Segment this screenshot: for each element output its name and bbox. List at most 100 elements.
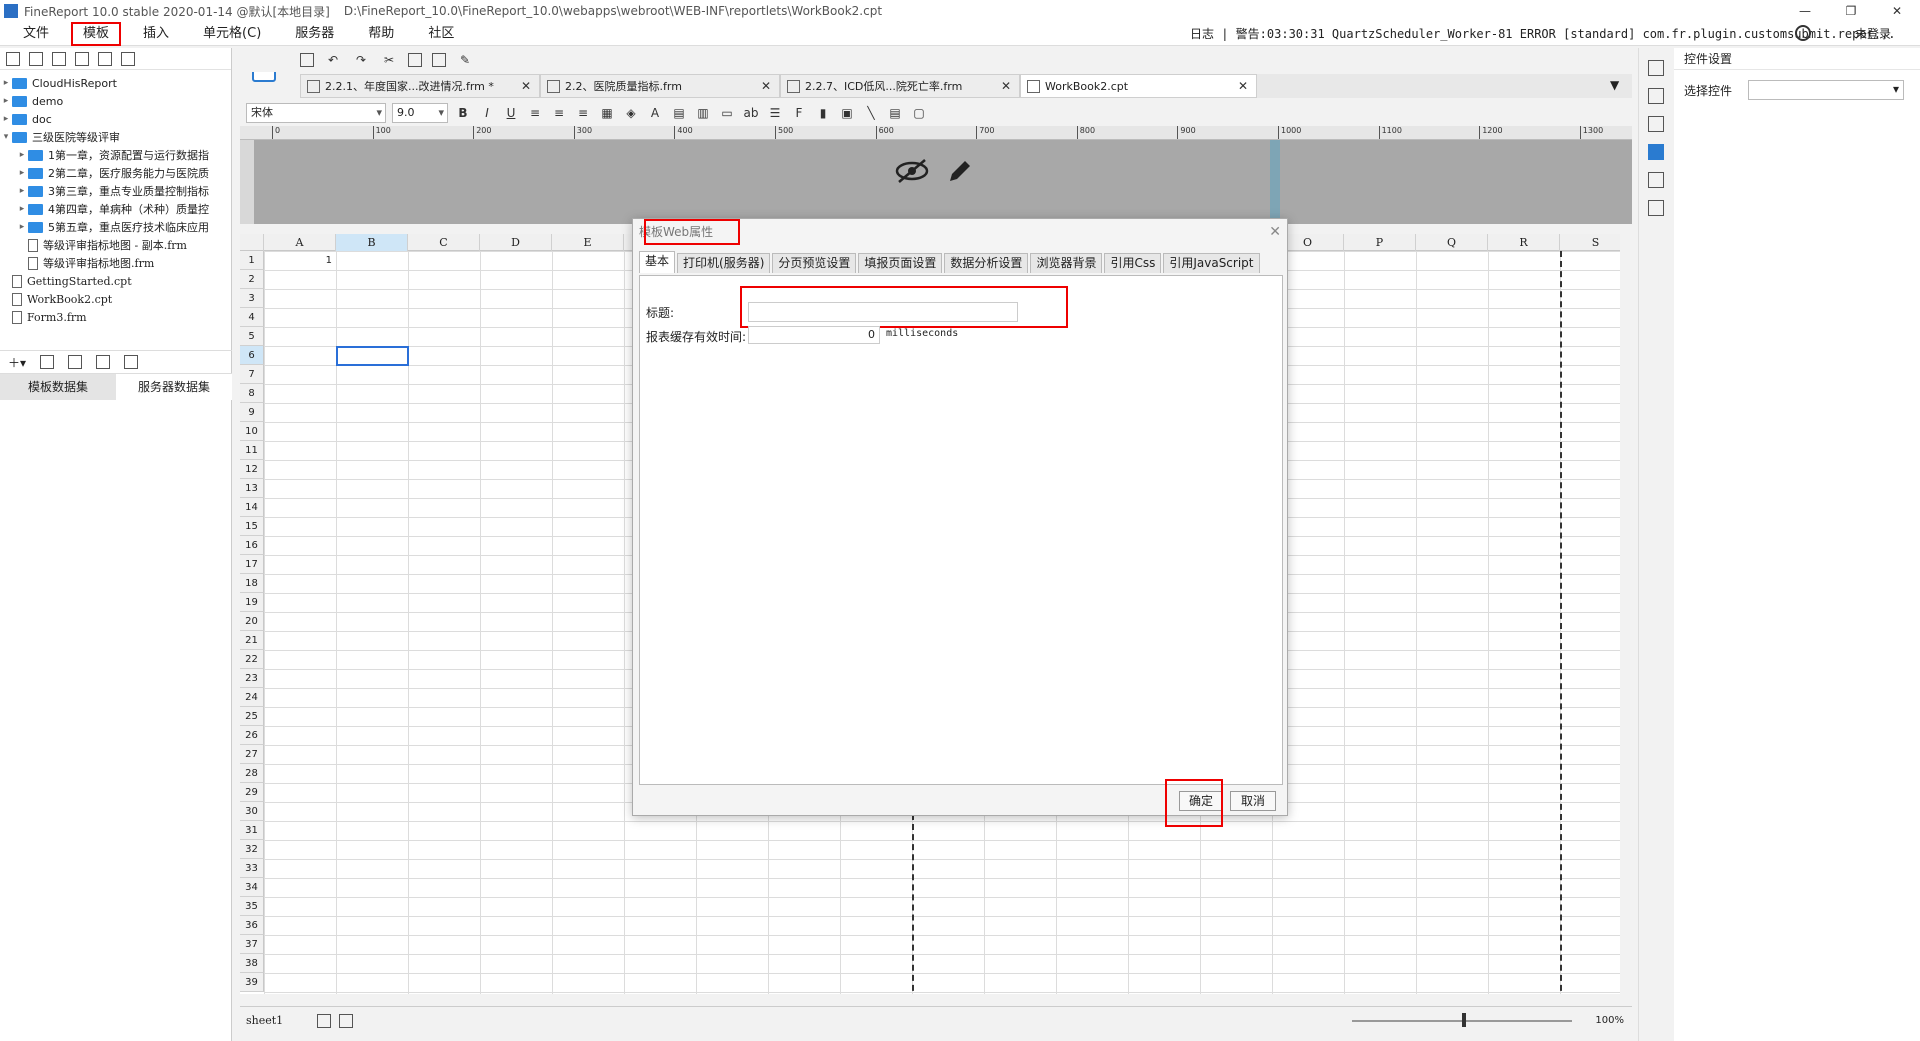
dialog-tab[interactable]: 浏览器背景 — [1030, 253, 1103, 273]
add-dataset-icon[interactable]: ＋▾ — [8, 354, 26, 371]
row-header[interactable]: 15 — [240, 517, 264, 536]
row-header[interactable]: 27 — [240, 745, 264, 764]
expand-arrow-icon[interactable]: ▸ — [16, 204, 28, 214]
format-painter-icon[interactable]: ✎ — [456, 51, 474, 69]
menu-insert[interactable]: 插入 — [132, 23, 180, 45]
edit-pencil-icon[interactable] — [945, 156, 975, 186]
log-message[interactable]: 日志 | 警告:03:30:31 QuartzScheduler_Worker-… — [1190, 22, 1895, 46]
close-tab-icon[interactable]: ✕ — [1238, 79, 1248, 93]
dialog-tab[interactable]: 基本 — [639, 251, 676, 273]
tree-item[interactable]: 等级评审指标地图 - 副本.frm — [0, 236, 231, 254]
row-header[interactable]: 12 — [240, 460, 264, 479]
add-sheet-icon[interactable] — [317, 1013, 332, 1028]
zoom-slider-thumb[interactable] — [1462, 1013, 1466, 1027]
restore-icon[interactable]: ❐ — [1828, 0, 1874, 22]
dialog-tab[interactable]: 填报页面设置 — [858, 253, 943, 273]
row-header[interactable]: 22 — [240, 650, 264, 669]
tab-server-dataset[interactable]: 服务器数据集 — [116, 374, 232, 400]
row-header[interactable]: 38 — [240, 954, 264, 973]
expand-arrow-icon[interactable]: ▸ — [16, 168, 28, 178]
cell-element-icon[interactable] — [1647, 60, 1664, 76]
row-header[interactable]: 29 — [240, 783, 264, 802]
row-header[interactable]: 3 — [240, 289, 264, 308]
select-all-corner[interactable] — [240, 234, 264, 251]
row-header[interactable]: 26 — [240, 726, 264, 745]
column-header[interactable]: A — [264, 234, 336, 251]
align-right-icon[interactable]: ≡ — [574, 104, 592, 122]
expand-arrow-icon[interactable]: ▸ — [16, 186, 28, 196]
column-header[interactable]: R — [1488, 234, 1560, 251]
frame-icon[interactable]: ▢ — [910, 104, 928, 122]
file-tab-active[interactable]: WorkBook2.cpt ✕ — [1020, 74, 1257, 98]
close-tab-icon[interactable]: ✕ — [761, 79, 771, 93]
bold-icon[interactable]: B — [454, 104, 472, 122]
copy-icon[interactable] — [408, 53, 422, 67]
widget-select[interactable] — [1748, 80, 1905, 100]
minimize-icon[interactable]: — — [1782, 0, 1828, 22]
align-left-icon[interactable]: ≡ — [526, 104, 544, 122]
row-header[interactable]: 4 — [240, 308, 264, 327]
subreport-icon[interactable]: ▤ — [886, 104, 904, 122]
cancel-button[interactable]: 取消 — [1230, 791, 1276, 811]
close-icon[interactable]: ✕ — [1269, 219, 1281, 245]
login-status[interactable]: 未登录 — [1855, 22, 1891, 46]
row-header[interactable]: 35 — [240, 897, 264, 916]
row-header[interactable]: 23 — [240, 669, 264, 688]
tree-item[interactable]: ▸ 3第三章，重点专业质量控制指标 — [0, 182, 231, 200]
search-icon[interactable] — [1795, 25, 1811, 41]
column-header[interactable]: D — [480, 234, 552, 251]
dialog-tab[interactable]: 引用Css — [1104, 253, 1162, 273]
add-polysheet-icon[interactable] — [339, 1013, 354, 1028]
dialog-tab[interactable]: 分页预览设置 — [772, 253, 857, 273]
tree-item[interactable]: ▾ 三级医院等级评审 — [0, 128, 231, 146]
row-header[interactable]: 11 — [240, 441, 264, 460]
unmerge-cells-icon[interactable]: ▥ — [694, 104, 712, 122]
row-header[interactable]: 5 — [240, 327, 264, 346]
expand-arrow-icon[interactable]: ▸ — [0, 78, 12, 88]
file-tab[interactable]: 2.2.1、年度国家...改进情况.frm * ✕ — [300, 74, 540, 98]
tree-item[interactable]: ▸ 5第五章，重点医疗技术临床应用 — [0, 218, 231, 236]
row-header[interactable]: 9 — [240, 403, 264, 422]
preview-dataset-icon[interactable] — [96, 355, 111, 369]
menu-community[interactable]: 社区 — [417, 23, 465, 45]
formula-icon[interactable]: F — [790, 104, 808, 122]
cache-time-input[interactable]: 0 — [748, 326, 880, 344]
tree-item[interactable]: GettingStarted.cpt — [0, 272, 231, 290]
row-header[interactable]: 37 — [240, 935, 264, 954]
row-header[interactable]: 17 — [240, 555, 264, 574]
copy-icon[interactable] — [121, 51, 135, 66]
menu-cell[interactable]: 单元格(C) — [192, 23, 272, 45]
new-folder-icon[interactable] — [6, 51, 20, 66]
tree-item[interactable]: ▸ CloudHisReport — [0, 74, 231, 92]
italic-icon[interactable]: I — [478, 104, 496, 122]
edit-dataset-icon[interactable] — [40, 355, 55, 369]
open-icon[interactable] — [52, 51, 66, 66]
font-family-select[interactable]: 宋体 — [246, 103, 386, 123]
undo-icon[interactable]: ↶ — [324, 51, 342, 69]
border-icon[interactable]: ▦ — [598, 104, 616, 122]
zoom-level[interactable]: 100% — [1595, 1015, 1624, 1026]
row-header[interactable]: 25 — [240, 707, 264, 726]
tree-item[interactable]: WorkBook2.cpt — [0, 290, 231, 308]
rich-text-icon[interactable]: ab — [742, 104, 760, 122]
align-center-icon[interactable]: ≡ — [550, 104, 568, 122]
row-header[interactable]: 33 — [240, 859, 264, 878]
expand-arrow-icon[interactable]: ▾ — [0, 132, 12, 142]
condition-attribute-icon[interactable] — [1647, 172, 1664, 188]
row-header[interactable]: 18 — [240, 574, 264, 593]
row-header[interactable]: 32 — [240, 840, 264, 859]
tree-item[interactable]: 等级评审指标地图.frm — [0, 254, 231, 272]
sheet-tab[interactable]: sheet1 — [246, 1014, 283, 1027]
paste-icon[interactable] — [432, 53, 446, 67]
float-element-icon[interactable] — [1647, 116, 1664, 132]
column-header[interactable]: E — [552, 234, 624, 251]
merge-cells-icon[interactable]: ▤ — [670, 104, 688, 122]
row-header[interactable]: 16 — [240, 536, 264, 555]
chart-icon[interactable]: ▮ — [814, 104, 832, 122]
tree-item[interactable]: ▸ 1第一章，资源配置与运行数据指 — [0, 146, 231, 164]
rename-icon[interactable] — [75, 51, 89, 66]
tab-template-dataset[interactable]: 模板数据集 — [0, 374, 116, 400]
underline-icon[interactable]: U — [502, 104, 520, 122]
tab-list-icon[interactable]: ▼ — [1610, 78, 1619, 92]
row-header[interactable]: 36 — [240, 916, 264, 935]
